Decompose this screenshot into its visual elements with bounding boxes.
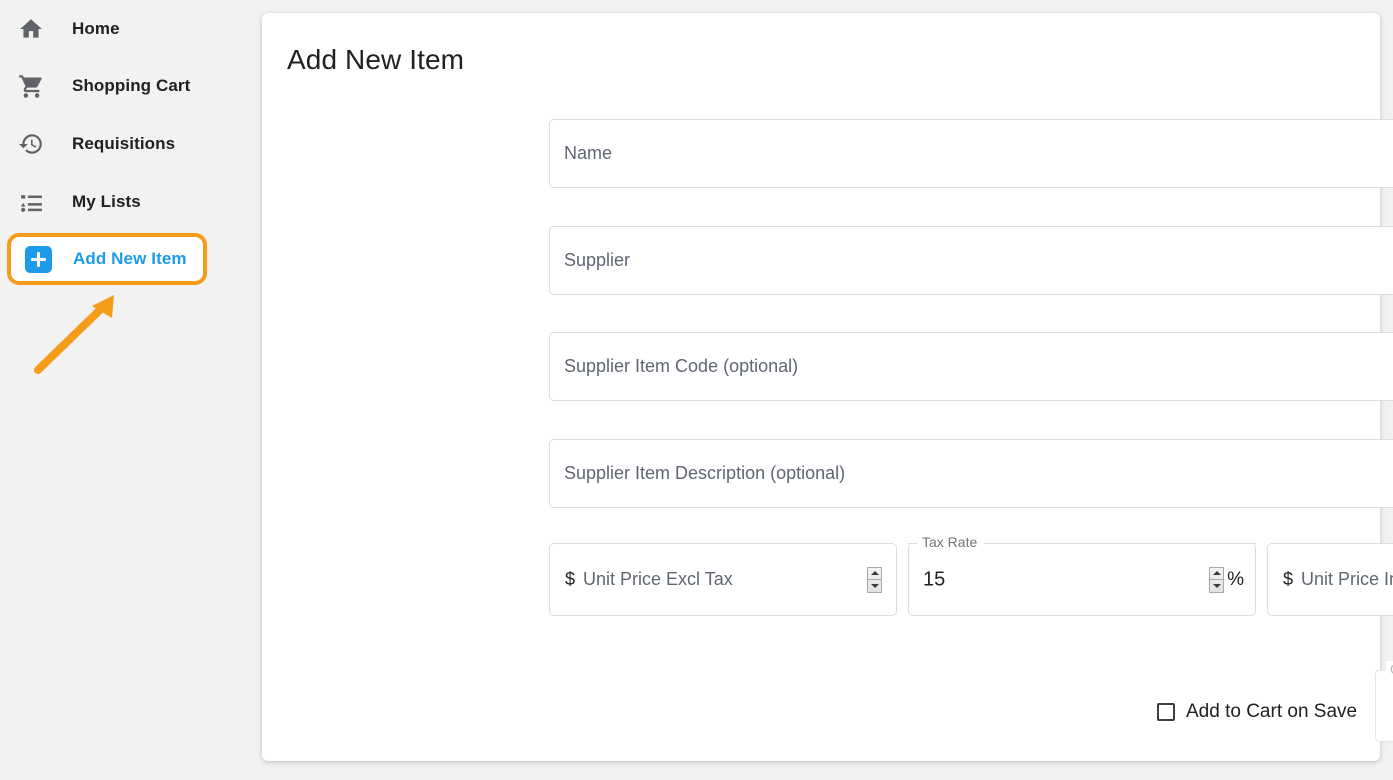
name-placeholder: Name xyxy=(564,143,612,164)
add-to-cart-on-save-checkbox[interactable]: Add to Cart on Save xyxy=(1157,701,1357,723)
shopping-cart-icon xyxy=(14,69,48,103)
sidebar-item-label: Requisitions xyxy=(72,134,175,154)
arrow-annotation-icon xyxy=(20,288,140,380)
tax-rate-input[interactable]: Tax Rate 15 % xyxy=(908,543,1256,616)
add-to-cart-on-save-label: Add to Cart on Save xyxy=(1186,701,1357,723)
sidebar-item-label: My Lists xyxy=(72,192,141,212)
sidebar-item-shopping-cart[interactable]: Shopping Cart xyxy=(0,57,246,115)
supplier-placeholder: Supplier xyxy=(564,250,630,271)
unit-price-incl-tax-input[interactable]: $ Unit Price Incl Tax xyxy=(1267,543,1393,616)
sidebar-item-label: Add New Item xyxy=(73,249,187,269)
name-input[interactable]: Name xyxy=(549,119,1393,188)
stepper-up-icon[interactable] xyxy=(868,568,881,581)
unit-price-incl-tax-placeholder: Unit Price Incl Tax xyxy=(1301,569,1393,590)
supplier-input[interactable]: Supplier xyxy=(549,226,1393,295)
home-icon xyxy=(14,12,48,46)
currency-prefix-icon: $ xyxy=(565,569,575,590)
stepper-down-icon[interactable] xyxy=(1210,580,1223,592)
unit-price-excl-tax-placeholder: Unit Price Excl Tax xyxy=(583,569,733,590)
tax-rate-stepper[interactable] xyxy=(1209,567,1224,593)
unit-price-excl-tax-stepper[interactable] xyxy=(867,567,882,593)
unit-price-excl-tax-input[interactable]: $ Unit Price Excl Tax xyxy=(549,543,897,616)
sidebar-item-my-lists[interactable]: My Lists xyxy=(0,173,246,231)
plus-square-icon xyxy=(21,242,55,276)
supplier-item-description-input[interactable]: Supplier Item Description (optional) xyxy=(549,439,1393,508)
sidebar-item-home[interactable]: Home xyxy=(0,0,246,58)
supplier-item-code-input[interactable]: Supplier Item Code (optional) xyxy=(549,332,1393,401)
percent-suffix: % xyxy=(1227,569,1244,591)
history-clock-icon xyxy=(14,127,48,161)
sidebar-item-label: Shopping Cart xyxy=(72,76,190,96)
sidebar-item-label: Home xyxy=(72,19,120,39)
tax-rate-value: 15 xyxy=(923,568,945,591)
list-icon xyxy=(14,185,48,219)
supplier-item-code-placeholder: Supplier Item Code (optional) xyxy=(564,356,798,377)
sidebar-item-requisitions[interactable]: Requisitions xyxy=(0,115,246,173)
sidebar: Home Shopping Cart Requisitions My Lists xyxy=(0,0,246,780)
stepper-down-icon[interactable] xyxy=(868,580,881,592)
currency-prefix-icon: $ xyxy=(1283,569,1293,590)
tax-rate-label: Tax Rate xyxy=(918,534,981,550)
stepper-up-icon[interactable] xyxy=(1210,568,1223,581)
quantity-input[interactable]: Quantity 1 xyxy=(1375,670,1393,742)
quantity-label: Quantity xyxy=(1386,661,1393,677)
add-new-item-card: Add New Item Name Supplier Supplier Item… xyxy=(262,13,1380,761)
supplier-item-description-placeholder: Supplier Item Description (optional) xyxy=(564,463,845,484)
sidebar-item-add-new-item[interactable]: Add New Item xyxy=(7,233,207,285)
checkbox-box-icon[interactable] xyxy=(1157,703,1175,721)
page-title: Add New Item xyxy=(287,44,464,76)
